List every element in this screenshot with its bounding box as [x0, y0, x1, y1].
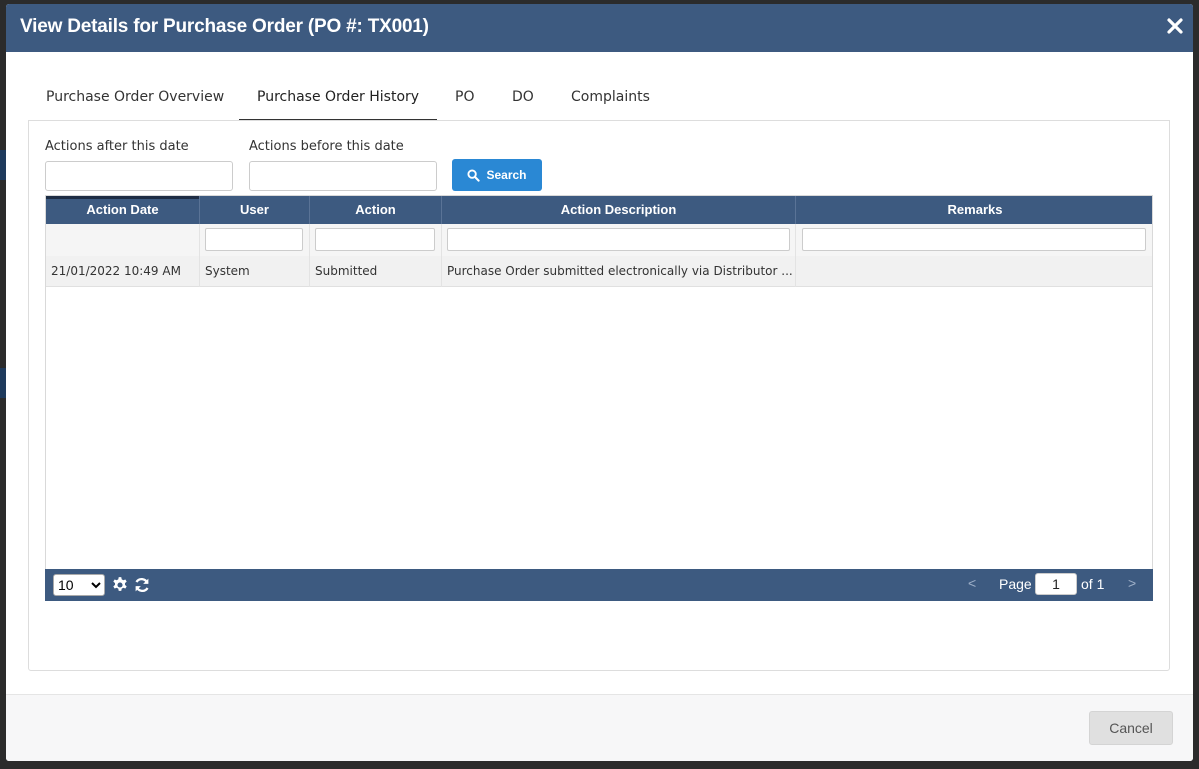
purchase-order-modal: View Details for Purchase Order (PO #: T… [6, 4, 1193, 761]
filter-cell-remarks [796, 224, 1154, 256]
grid-pager: 10 < Page of 1 > [45, 569, 1153, 601]
filter-cell-action-date [46, 224, 200, 256]
tab-complaints[interactable]: Complaints [553, 80, 668, 121]
page-size-select[interactable]: 10 [53, 574, 105, 596]
column-header-action-date[interactable]: Action Date [46, 196, 200, 224]
tab-purchase-order-history[interactable]: Purchase Order History [239, 80, 438, 121]
refresh-button[interactable] [133, 576, 151, 594]
remarks-filter-input[interactable] [802, 228, 1146, 251]
close-button[interactable] [1163, 14, 1187, 38]
user-filter-input[interactable] [205, 228, 303, 251]
before-date-label: Actions before this date [249, 139, 404, 154]
next-page-button[interactable]: > [1128, 575, 1136, 591]
table-row[interactable]: 21/01/2022 10:49 AM System Submitted Pur… [46, 256, 1152, 287]
tab-do[interactable]: DO [494, 80, 552, 121]
before-date-input[interactable] [249, 161, 437, 191]
history-grid: Action Date User Action Action Descripti… [45, 195, 1153, 601]
close-icon [1167, 18, 1183, 34]
gear-icon [113, 577, 127, 591]
settings-button[interactable] [111, 576, 129, 594]
tab-purchase-order-overview[interactable]: Purchase Order Overview [28, 80, 242, 121]
filter-cell-action [310, 224, 442, 256]
filter-cell-user [200, 224, 310, 256]
history-panel: Actions after this date Actions before t… [28, 120, 1170, 671]
cancel-button[interactable]: Cancel [1089, 711, 1173, 745]
modal-footer: Cancel [6, 694, 1193, 761]
search-button-label: Search [486, 168, 527, 182]
modal-title: View Details for Purchase Order (PO #: T… [20, 16, 429, 37]
cell-user: System [200, 256, 310, 287]
column-header-action[interactable]: Action [310, 196, 442, 224]
column-header-user[interactable]: User [200, 196, 310, 224]
cell-action-description: Purchase Order submitted electronically … [442, 256, 796, 287]
page-label: Page [999, 576, 1032, 592]
search-button[interactable]: Search [452, 159, 542, 191]
filter-cell-description [442, 224, 796, 256]
page-count-label: of 1 [1081, 576, 1105, 592]
page-number-input[interactable] [1035, 573, 1077, 595]
action-filter-input[interactable] [315, 228, 435, 251]
refresh-icon [135, 577, 149, 593]
after-date-input[interactable] [45, 161, 233, 191]
modal-header: View Details for Purchase Order (PO #: T… [6, 4, 1193, 52]
cell-remarks [796, 256, 1154, 287]
column-header-remarks[interactable]: Remarks [796, 196, 1154, 224]
grid-header: Action Date User Action Action Descripti… [46, 196, 1152, 224]
cell-action: Submitted [310, 256, 442, 287]
column-header-action-description[interactable]: Action Description [442, 196, 796, 224]
after-date-label: Actions after this date [45, 139, 189, 154]
search-icon [467, 168, 481, 182]
prev-page-button[interactable]: < [968, 575, 976, 591]
cell-action-date: 21/01/2022 10:49 AM [46, 256, 200, 287]
description-filter-input[interactable] [447, 228, 790, 251]
grid-filter-row [46, 224, 1152, 256]
tab-po[interactable]: PO [437, 80, 492, 121]
